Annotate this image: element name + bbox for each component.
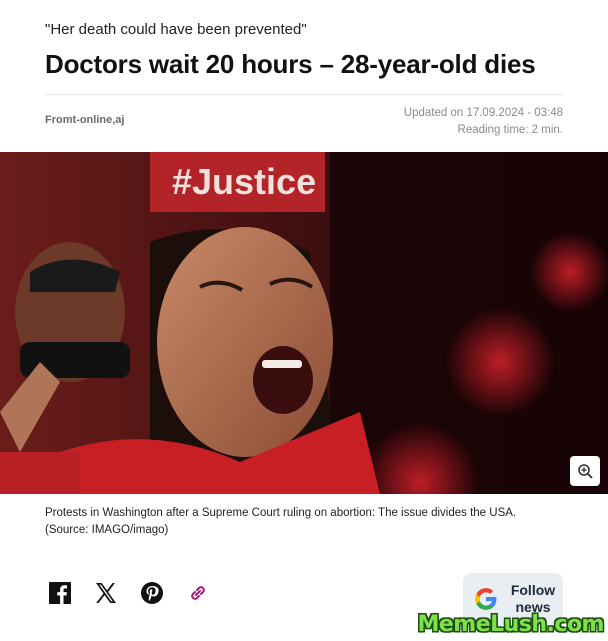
sign-text: #Justice <box>172 161 316 202</box>
x-share-button[interactable] <box>91 578 121 608</box>
pinterest-share-button[interactable] <box>137 578 167 608</box>
pinterest-icon <box>141 582 163 604</box>
facebook-share-button[interactable] <box>45 578 75 608</box>
hero-image[interactable]: #Justice <box>0 152 608 494</box>
kicker: "Her death could have been prevented" <box>45 21 307 38</box>
zoom-button[interactable] <box>570 456 600 486</box>
caption-text: Protests in Washington after a Supreme C… <box>45 507 517 519</box>
watermark: MemeLush.com <box>417 612 604 637</box>
share-bar <box>45 578 213 608</box>
google-icon <box>475 588 497 610</box>
author-link[interactable]: Fromt-online,aj <box>45 114 124 126</box>
link-icon <box>191 586 205 600</box>
updated-date: Updated on 17.09.2024 - 03:48 <box>403 107 563 119</box>
article-meta: Updated on 17.09.2024 - 03:48 Reading ti… <box>404 105 563 139</box>
zoom-in-icon <box>578 464 593 479</box>
divider <box>45 94 563 95</box>
follow-label: Follow <box>510 582 556 598</box>
caption-source: (Source: IMAGO/imago) <box>45 524 169 536</box>
copy-link-button[interactable] <box>183 578 213 608</box>
reading-time: Reading time: 2 min. <box>457 124 563 136</box>
image-caption: Protests in Washington after a Supreme C… <box>45 505 565 539</box>
headline: Doctors wait 20 hours – 28-year-old dies <box>45 49 536 79</box>
facebook-icon <box>49 582 71 604</box>
x-icon <box>96 583 116 603</box>
